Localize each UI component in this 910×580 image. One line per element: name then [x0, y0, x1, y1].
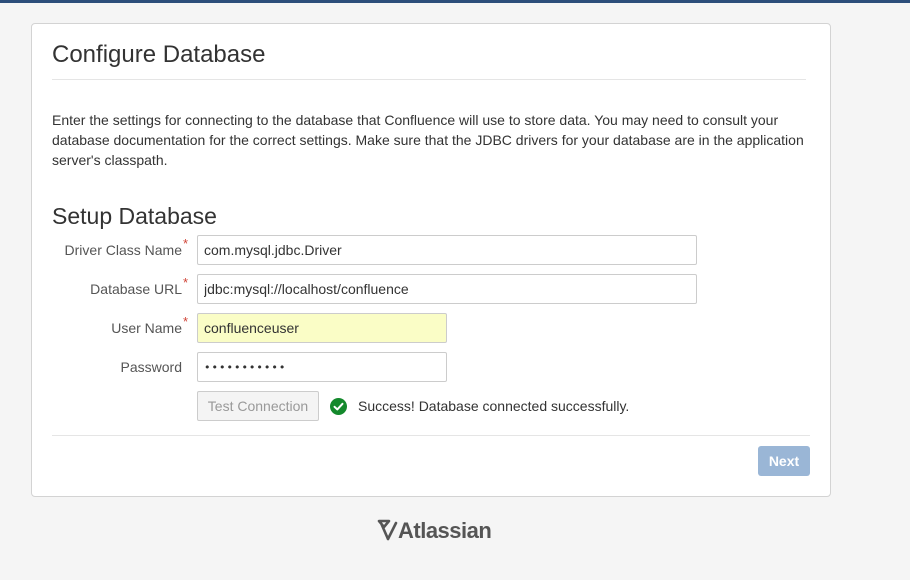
required-marker: * [182, 314, 188, 329]
atlassian-logo-icon [377, 519, 398, 541]
title-divider [52, 79, 806, 80]
check-circle-icon [330, 398, 347, 415]
database-url-label-text: Database URL [90, 281, 182, 297]
password-label: Password [42, 357, 182, 377]
actions-divider [52, 435, 810, 436]
required-marker: * [182, 275, 188, 290]
connection-status-message: Success! Database connected successfully… [358, 398, 630, 414]
top-bar [0, 0, 910, 3]
page-title: Configure Database [52, 41, 266, 68]
user-name-label: User Name * [42, 314, 188, 338]
test-connection-button[interactable]: Test Connection [197, 391, 319, 421]
configure-database-panel: Configure Database Enter the settings fo… [31, 23, 831, 497]
next-button[interactable]: Next [758, 446, 810, 476]
database-url-label: Database URL * [42, 275, 188, 299]
user-name-label-text: User Name [111, 320, 182, 336]
password-label-text: Password [120, 359, 182, 375]
intro-text: Enter the settings for connecting to the… [52, 112, 804, 168]
driver-class-input[interactable] [197, 235, 697, 265]
database-url-input[interactable] [197, 274, 697, 304]
required-marker: * [182, 236, 188, 251]
atlassian-wordmark: Atlassian [398, 518, 492, 543]
user-name-input[interactable] [197, 313, 447, 343]
driver-class-label-text: Driver Class Name [64, 242, 182, 258]
section-title: Setup Database [52, 203, 217, 229]
driver-class-label: Driver Class Name * [42, 236, 188, 260]
password-input[interactable] [197, 352, 447, 382]
